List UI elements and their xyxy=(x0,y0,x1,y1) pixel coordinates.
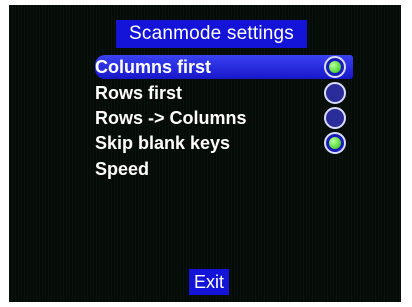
menu-item-label: Skip blank keys xyxy=(95,133,231,153)
menu-item-speed[interactable]: Speed xyxy=(95,157,353,181)
menu-item-rows-columns[interactable]: Rows -> Columns xyxy=(95,106,353,130)
radio-checked-icon[interactable] xyxy=(324,56,346,78)
menu-item-columns-first[interactable]: Columns first xyxy=(95,55,353,79)
screen-title: Scanmode settings xyxy=(116,20,307,48)
scanmode-screen: Scanmode settings Columns first Rows fir… xyxy=(9,5,401,302)
exit-button[interactable]: Exit xyxy=(189,269,229,295)
menu-item-label: Columns first xyxy=(95,57,212,77)
menu-item-label: Speed xyxy=(95,159,150,179)
menu-item-label: Rows first xyxy=(95,83,183,103)
menu-item-rows-first[interactable]: Rows first xyxy=(95,81,353,105)
radio-checked-icon[interactable] xyxy=(324,132,346,154)
menu-item-label: Rows -> Columns xyxy=(95,108,247,128)
menu-item-skip-blank-keys[interactable]: Skip blank keys xyxy=(95,131,353,155)
radio-unchecked-icon[interactable] xyxy=(324,107,346,129)
radio-unchecked-icon[interactable] xyxy=(324,82,346,104)
